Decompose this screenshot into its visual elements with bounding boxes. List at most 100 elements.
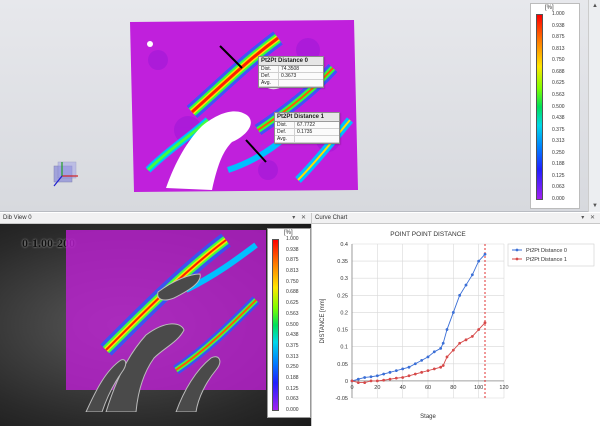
chart-title: POINT POINT DISTANCE [390,231,466,238]
legend-tick-label: 0.063 [286,396,299,403]
strain-field-specimen[interactable] [128,20,358,192]
point-distance-chart[interactable]: POINT POINT DISTANCE -0.05 0 0.05 0.1 0.15 0.2… [312,224,600,426]
legend-tick-label: 0.750 [286,278,299,285]
3d-view[interactable]: Pt2Pt Distance 0 Dist. 74.3508 Def. 0.3673… [0,0,600,212]
legend-tick-label: 0.375 [286,342,299,349]
series-point-0 [445,328,449,331]
panel-controls-icon[interactable]: ▾ ✕ [581,213,597,224]
dib-view-tab[interactable]: Dib View 0 ▾ ✕ [0,213,311,224]
series-point-1 [363,381,367,384]
scroll-up-icon[interactable]: ▲ [591,2,599,10]
y-tick-label: 0.1 [340,345,348,351]
infobox-row: Def. 0.1735 [275,129,339,136]
dib-strain-legend: [%] 1.000 0.938 0.875 0.813 0.750 0.688 0.625 0… [267,228,311,418]
series-point-1 [445,355,449,359]
legend-tick-label: 0.438 [286,332,299,339]
y-tick-label: 0.05 [337,362,348,368]
legend-tick-label: 0.938 [552,22,565,29]
series-point-1 [375,379,379,383]
legend-tick-label: 0.438 [552,115,565,122]
legend-tick-label: 0.688 [286,289,299,296]
infobox-row: Avg. [259,80,323,87]
pt2pt-distance-0-infobox[interactable]: Pt2Pt Distance 0 Dist. 74.3508 Def. 0.3673… [258,56,324,88]
axis-triad-icon[interactable] [48,160,84,192]
legend-tick-label: 0.938 [286,246,299,253]
curve-chart-panel[interactable]: POINT POINT DISTANCE -0.05 0 0.05 0.1 0.15 0.2… [311,224,600,426]
series-point-0 [388,370,392,374]
legend-tick-label: 0.500 [286,321,299,328]
panel-controls-icon[interactable]: ▾ ✕ [292,213,308,224]
curve-chart-tab[interactable]: Curve Chart ▾ ✕ [311,213,600,224]
x-tick-label: 20 [374,385,380,391]
legend-color-bar [272,239,279,411]
legend-tick-label: 0.250 [552,149,565,156]
dib-view-title: Dib View 0 [3,215,32,221]
series-point-0 [394,369,398,373]
legend-swatch-marker [515,248,519,252]
y-tick-label: 0.35 [337,259,348,265]
x-tick-label: 60 [425,385,431,391]
legend-tick-label: 0.750 [552,57,565,64]
series-point-0 [356,377,360,381]
series-point-1 [464,338,468,342]
infobox-row: Def. 0.3673 [259,73,323,80]
strain-legend: [%] 1.000 0.938 0.875 0.813 0.750 0.688 0.625 0… [530,3,580,209]
dib-image-view[interactable]: 0-1.00-200 [%] 1.000 0.938 0.875 0.813 0.750… [0,224,311,426]
x-tick-label: 120 [499,385,508,391]
series-point-1 [477,328,481,331]
y-axis-label: DISTANCE [mm] [320,298,326,343]
series-point-1 [356,381,360,384]
series-point-0 [375,374,379,378]
series-point-1 [451,348,455,352]
legend-tick-label: 0.000 [552,196,565,202]
legend-tick-label: 0.875 [286,257,299,264]
app-window: Pt2Pt Distance 0 Dist. 74.3508 Def. 0.3673… [0,0,600,426]
legend-tick-label: 0.563 [286,310,299,317]
x-tick-label: 80 [450,385,456,391]
series-point-0 [470,273,474,277]
series-point-0 [464,283,468,287]
series-line-1 [351,322,486,384]
legend-tick-label: 0.813 [552,45,565,52]
legend-tick-label: 0.250 [286,364,299,371]
legend-tick-label: 0.125 [286,385,299,392]
series-point-1 [483,321,487,325]
legend-entry: Pt2Pt Distance 1 [526,257,567,263]
vertical-scrollbar[interactable]: ▲ ▼ [588,0,600,212]
series-point-1 [470,335,474,338]
series-point-0 [363,376,367,379]
legend-tick-label: 0.188 [552,161,565,168]
y-tick-label: 0.3 [340,276,348,282]
series-point-1 [439,365,443,369]
x-tick-label: 100 [474,385,483,391]
legend-tick-label: 0.688 [552,68,565,75]
series-point-0 [420,358,424,362]
y-tick-label: 0.25 [337,293,348,299]
series-point-0 [369,375,373,379]
series-point-0 [413,362,417,366]
legend-tick-label: 0.375 [552,126,565,133]
pt2pt-distance-1-infobox[interactable]: Pt2Pt Distance 1 Dist. 67.7722 Def. 0.1735… [274,112,340,144]
x-axis-label: Stage [420,414,436,420]
legend-swatch-marker [515,257,519,261]
legend-tick-label: 0.063 [552,184,565,191]
series-point-1 [350,379,354,383]
legend-tick-label: 0.625 [286,300,299,307]
series-point-1 [401,376,405,379]
series-point-0 [426,355,430,359]
infobox-row: Dist. 67.7722 [275,122,339,129]
legend-labels: 1.000 0.938 0.875 0.813 0.750 0.688 0.625 0.563… [552,12,565,202]
series-point-0 [477,259,481,263]
legend-tick-label: 0.000 [286,407,299,413]
series-point-1 [458,341,462,345]
legend-tick-label: 0.563 [552,91,565,98]
dib-strain-overlay[interactable] [66,230,266,412]
series-point-1 [420,370,424,374]
y-tick-label: 0 [345,379,348,385]
series-point-0 [432,350,436,354]
scroll-down-icon[interactable]: ▼ [591,202,599,210]
legend-tick-label: 1.000 [552,11,565,17]
curve-chart-title: Curve Chart [315,215,348,221]
series-point-1 [394,376,398,380]
infobox-row: Avg. [275,136,339,143]
